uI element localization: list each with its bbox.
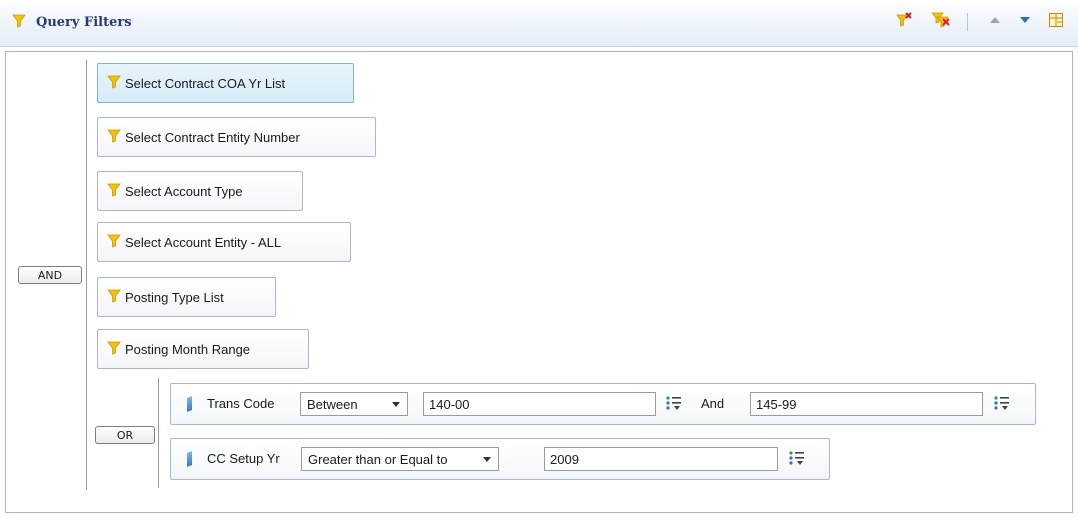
- value-text: 2009: [550, 451, 579, 467]
- remove-filter-icon: [895, 11, 913, 32]
- funnel-icon: [107, 341, 121, 358]
- value-list-picker-icon[interactable]: [788, 449, 806, 467]
- layout-button[interactable]: [1045, 10, 1067, 32]
- panel-title: Query Filters: [36, 15, 132, 30]
- filter-select-account-type[interactable]: Select Account Type: [97, 171, 303, 211]
- filter-label: Select Account Entity - ALL: [125, 234, 282, 250]
- and-operator-button[interactable]: AND: [18, 266, 82, 284]
- clear-all-filters-button[interactable]: [930, 10, 952, 32]
- operator-value: Greater than or Equal to: [308, 451, 448, 467]
- funnel-icon: [107, 129, 121, 146]
- filter-label: Select Account Type: [125, 183, 243, 199]
- funnel-icon: [107, 289, 121, 306]
- move-down-button[interactable]: [1014, 10, 1036, 32]
- move-up-button[interactable]: [984, 10, 1006, 32]
- condition-cc-setup-yr: CC Setup Yr Greater than or Equal to 200…: [170, 438, 830, 480]
- and-group-bracket: [86, 60, 87, 490]
- layout-icon: [1049, 12, 1063, 30]
- operator-value: Between: [307, 396, 358, 412]
- filter-select-contract-coa-yr-list[interactable]: Select Contract COA Yr List: [97, 63, 354, 103]
- query-filters-header: Query Filters: [0, 0, 1078, 47]
- funnel-icon: [107, 183, 121, 200]
- filter-select-account-entity-all[interactable]: Select Account Entity - ALL: [97, 222, 351, 262]
- move-up-icon: [989, 14, 1001, 28]
- condition-trans-code: Trans Code Between 140-00 And 145-99: [170, 383, 1036, 425]
- operator-select[interactable]: Greater than or Equal to: [301, 447, 499, 471]
- value-input-to[interactable]: 145-99: [750, 392, 983, 416]
- filter-label: Select Contract COA Yr List: [125, 75, 286, 91]
- value-list-picker-icon[interactable]: [993, 394, 1011, 412]
- condition-field-label: CC Setup Yr: [207, 451, 280, 466]
- funnel-icon: [107, 234, 121, 251]
- filter-label: Posting Month Range: [125, 341, 251, 357]
- move-down-icon: [1019, 14, 1031, 28]
- filter-label: Select Contract Entity Number: [125, 129, 300, 145]
- chevron-down-icon: [483, 457, 491, 462]
- value-list-picker-icon[interactable]: [665, 394, 683, 412]
- field-marker-icon: [187, 396, 192, 412]
- value-text: 140-00: [429, 396, 470, 412]
- field-marker-icon: [187, 451, 192, 467]
- filter-select-contract-entity-number[interactable]: Select Contract Entity Number: [97, 117, 376, 157]
- filter-label: Posting Type List: [125, 289, 224, 305]
- remove-filter-button[interactable]: [893, 10, 915, 32]
- value-input-from[interactable]: 140-00: [423, 392, 656, 416]
- clear-all-filters-icon: [931, 10, 951, 33]
- header-title-group: Query Filters: [12, 14, 132, 31]
- filter-posting-type-list[interactable]: Posting Type List: [97, 277, 276, 317]
- value-text: 145-99: [756, 396, 797, 412]
- chevron-down-icon: [392, 402, 400, 407]
- or-label: OR: [116, 428, 134, 442]
- value-input[interactable]: 2009: [544, 447, 778, 471]
- or-group-bracket: [158, 378, 159, 488]
- and-label: AND: [37, 268, 63, 282]
- toolbar-separator: [967, 13, 968, 31]
- funnel-icon: [12, 14, 26, 31]
- between-and-label: And: [701, 396, 725, 411]
- condition-field-label: Trans Code: [207, 396, 275, 411]
- filter-posting-month-range[interactable]: Posting Month Range: [97, 329, 309, 369]
- funnel-icon: [107, 75, 121, 92]
- operator-select[interactable]: Between: [300, 392, 408, 416]
- or-operator-button[interactable]: OR: [95, 426, 155, 444]
